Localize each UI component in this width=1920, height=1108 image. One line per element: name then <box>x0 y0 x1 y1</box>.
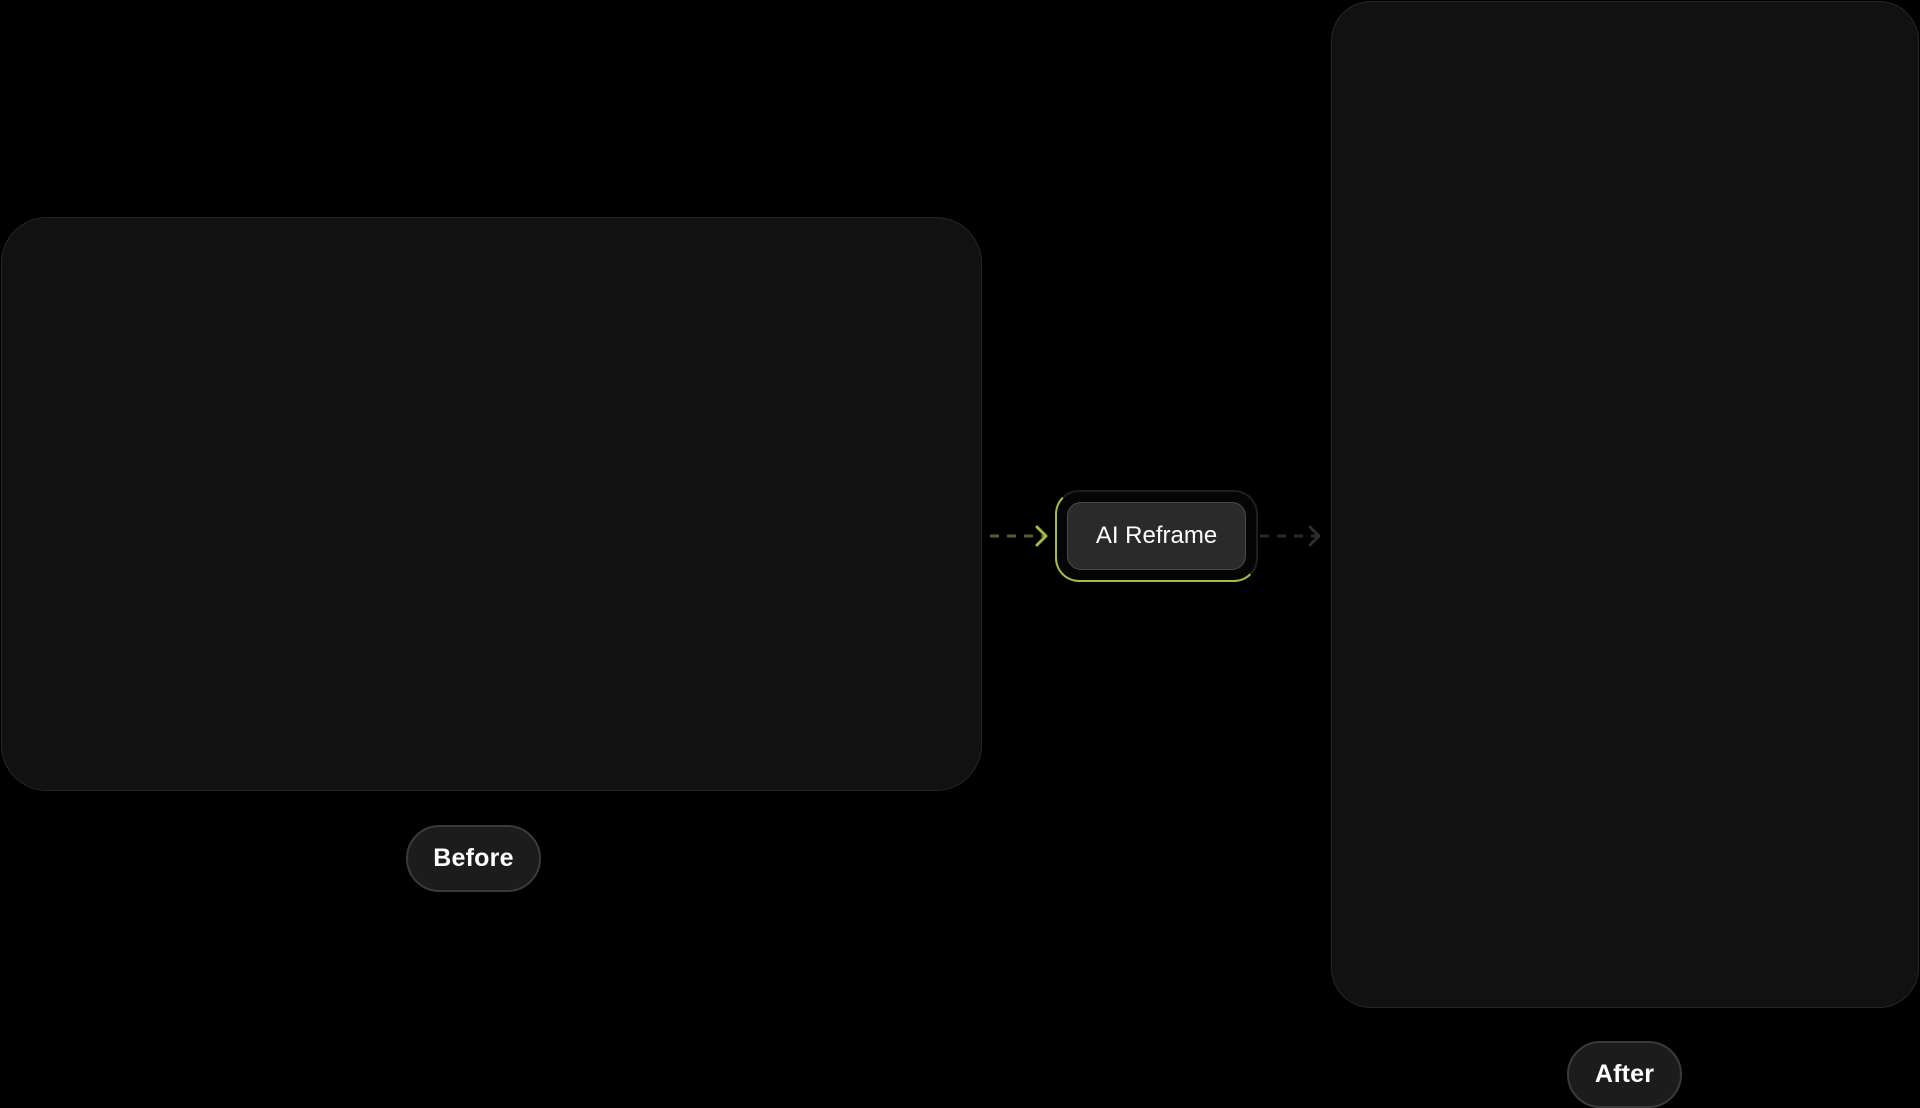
after-image-frame <box>1331 1 1919 1008</box>
ai-reframe-node: AI Reframe <box>1055 490 1258 582</box>
after-label: After <box>1567 1041 1682 1108</box>
outgoing-arrow-icon <box>1260 525 1321 547</box>
incoming-arrow-icon <box>990 525 1048 547</box>
before-image-frame <box>1 217 982 791</box>
comparison-canvas: Before AI Reframe After <box>0 0 1920 1108</box>
before-label: Before <box>406 825 541 892</box>
ai-reframe-button[interactable]: AI Reframe <box>1067 502 1246 570</box>
